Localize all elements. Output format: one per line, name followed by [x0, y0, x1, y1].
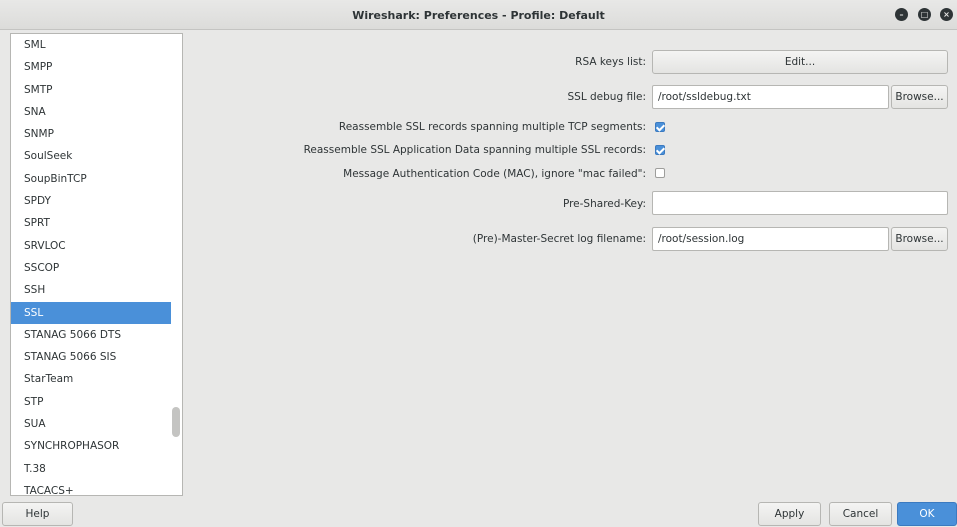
- sidebar-item-sua[interactable]: SUA: [11, 413, 171, 435]
- window-title: Wireshark: Preferences - Profile: Defaul…: [352, 9, 605, 22]
- sidebar-item-smpp[interactable]: SMPP: [11, 56, 171, 78]
- master-secret-label: (Pre)-Master-Secret log filename:: [472, 233, 646, 245]
- apply-button[interactable]: Apply: [758, 502, 821, 526]
- help-button[interactable]: Help: [2, 502, 73, 526]
- title-bar: Wireshark: Preferences - Profile: Defaul…: [0, 0, 957, 30]
- sidebar-item-starteam[interactable]: StarTeam: [11, 368, 171, 390]
- sidebar-item-stanag-5066-sis[interactable]: STANAG 5066 SIS: [11, 346, 171, 368]
- ssl-debug-file-label: SSL debug file:: [567, 91, 647, 103]
- reassemble-records-label: Reassemble SSL records spanning multiple…: [338, 121, 646, 133]
- sidebar-item-spdy[interactable]: SPDY: [11, 190, 171, 212]
- psk-label: Pre-Shared-Key:: [562, 198, 646, 210]
- psk-input[interactable]: [652, 191, 948, 215]
- rsa-keys-label: RSA keys list:: [575, 56, 646, 68]
- ok-button[interactable]: OK: [897, 502, 957, 526]
- sidebar-item-sscop[interactable]: SSCOP: [11, 257, 171, 279]
- sidebar-item-sna[interactable]: SNA: [11, 101, 171, 123]
- protocol-list-items: SML SMPP SMTP SNA SNMP SoulSeek SoupBinTCP SPDY…: [11, 34, 171, 495]
- protocol-list[interactable]: SML SMPP SMTP SNA SNMP SoulSeek SoupBinTCP SPDY…: [10, 33, 183, 496]
- reassemble-appdata-label: Reassemble SSL Application Data spanning…: [303, 144, 646, 156]
- maximize-icon[interactable]: □: [918, 8, 931, 21]
- mac-ignore-checkbox[interactable]: [655, 168, 665, 178]
- sidebar-item-soulseek[interactable]: SoulSeek: [11, 145, 171, 167]
- rsa-keys-edit-button[interactable]: Edit...: [652, 50, 948, 74]
- sidebar-item-soupbintcp[interactable]: SoupBinTCP: [11, 168, 171, 190]
- sidebar-item-synchrophasor[interactable]: SYNCHROPHASOR: [11, 435, 171, 457]
- sidebar-item-tacacs[interactable]: TACACS+: [11, 480, 171, 495]
- master-secret-input[interactable]: /root/session.log: [652, 227, 889, 251]
- mac-ignore-label: Message Authentication Code (MAC), ignor…: [343, 168, 646, 180]
- scrollbar-thumb[interactable]: [172, 407, 180, 437]
- sidebar-item-snmp[interactable]: SNMP: [11, 123, 171, 145]
- sidebar-item-smtp[interactable]: SMTP: [11, 79, 171, 101]
- close-icon[interactable]: ×: [940, 8, 953, 21]
- sidebar-item-stanag-5066-dts[interactable]: STANAG 5066 DTS: [11, 324, 171, 346]
- ssl-debug-file-input[interactable]: /root/ssldebug.txt: [652, 85, 889, 109]
- sidebar-item-sml[interactable]: SML: [11, 34, 171, 56]
- ssl-debug-browse-button[interactable]: Browse...: [891, 85, 948, 109]
- reassemble-appdata-checkbox[interactable]: [655, 145, 665, 155]
- sidebar-item-ssh[interactable]: SSH: [11, 279, 171, 301]
- sidebar-item-sprt[interactable]: SPRT: [11, 212, 171, 234]
- master-secret-browse-button[interactable]: Browse...: [891, 227, 948, 251]
- minimize-icon[interactable]: –: [895, 8, 908, 21]
- sidebar-item-ssl[interactable]: SSL: [11, 301, 171, 324]
- sidebar-item-srvloc[interactable]: SRVLOC: [11, 235, 171, 257]
- cancel-button[interactable]: Cancel: [829, 502, 892, 526]
- sidebar-item-stp[interactable]: STP: [11, 391, 171, 413]
- reassemble-records-checkbox[interactable]: [655, 122, 665, 132]
- sidebar-item-t-38[interactable]: T.38: [11, 458, 171, 480]
